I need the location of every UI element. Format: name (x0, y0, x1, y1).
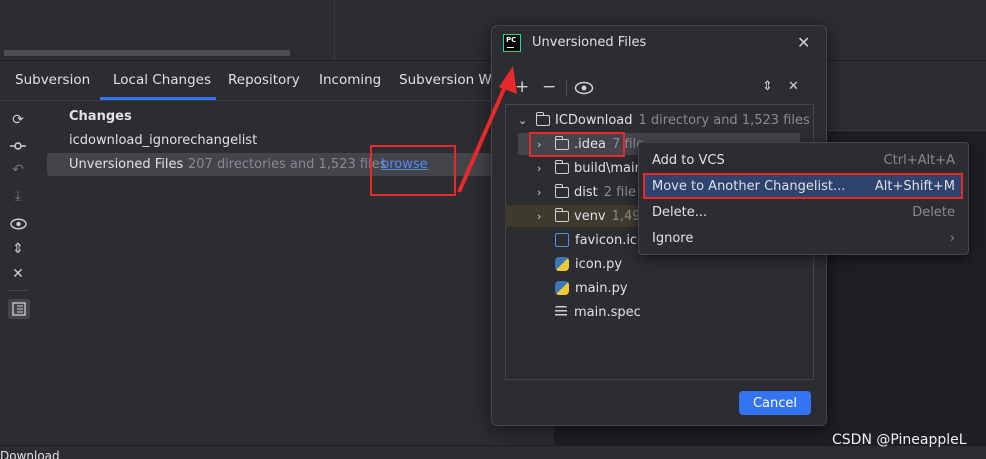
annotation-box-idea (529, 132, 625, 157)
tree-item-label: venv (574, 208, 606, 224)
chevron-right-icon[interactable]: › (537, 186, 547, 199)
tree-item-venv[interactable]: › venv 1,49 (505, 205, 645, 227)
changelist-item[interactable]: icdownload_ignorechangelist (69, 133, 257, 148)
changes-heading[interactable]: Changes (69, 109, 132, 124)
editor-divider (334, 0, 335, 60)
folder-icon (554, 183, 569, 198)
tab-repository[interactable]: Repository (228, 72, 300, 88)
annotation-arrow (457, 66, 517, 193)
menu-item-label: Delete... (652, 204, 708, 220)
annotation-box-move (643, 173, 963, 199)
menu-item-label: Add to VCS (652, 152, 725, 168)
close-icon[interactable]: ✕ (797, 33, 811, 52)
tree-item-label: icon.py (575, 256, 623, 272)
group-by-icon[interactable] (8, 299, 30, 319)
expand-all-icon[interactable]: ⇕ (9, 240, 27, 258)
tree-item-dist[interactable]: › dist 2 file (537, 181, 636, 203)
chevron-right-icon[interactable]: › (537, 210, 547, 223)
unversioned-files-count: 207 directories and 1,523 files (188, 157, 387, 172)
menu-item-shortcut: Ctrl+Alt+A (883, 152, 955, 168)
tree-item-build[interactable]: › build\main (537, 157, 643, 179)
tree-item-label: ICDownload (555, 112, 633, 128)
rollback-icon[interactable]: ↶ (9, 161, 27, 179)
menu-item-delete[interactable]: Delete... Delete (645, 200, 962, 224)
tree-item-meta: 2 file (603, 184, 636, 200)
toolbar-separator (566, 79, 567, 97)
changes-toolbar (0, 102, 38, 322)
toolbar-separator (8, 290, 28, 291)
unversioned-files-label: Unversioned Files (69, 157, 184, 172)
image-file-icon (555, 233, 569, 247)
tree-item-label: main.spec (574, 304, 641, 320)
menu-item-ignore[interactable]: Ignore › (645, 226, 962, 250)
text-file-icon (555, 306, 567, 318)
collapse-all-icon[interactable]: ✕ (9, 265, 27, 283)
expand-all-icon[interactable]: ⇕ (762, 78, 773, 96)
commit-icon[interactable] (9, 137, 27, 155)
tree-item-root[interactable]: ⌄ ICDownload 1 directory and 1,523 files (518, 109, 810, 131)
pycharm-logo: PC (503, 34, 521, 52)
folder-icon (554, 159, 569, 174)
menu-item-label: Ignore (652, 230, 694, 246)
python-file-icon (555, 281, 569, 295)
shelve-icon[interactable]: ⤓ (9, 187, 27, 205)
folder-icon (554, 207, 569, 222)
tree-item-label: favicon.ico (575, 232, 646, 248)
status-bar-text: Download (0, 449, 60, 459)
eye-icon[interactable] (574, 81, 594, 95)
horizontal-scrollbar[interactable] (4, 50, 290, 56)
folder-icon (535, 111, 550, 126)
menu-item-add-to-vcs[interactable]: Add to VCS Ctrl+Alt+A (645, 148, 962, 172)
tree-item-label: main.py (575, 280, 628, 296)
active-tab-indicator (100, 97, 216, 100)
dialog-title: Unversioned Files (532, 35, 647, 50)
python-file-icon (555, 257, 569, 271)
logo-text: PC (506, 36, 517, 44)
tree-item-meta: 1 directory and 1,523 files (638, 112, 810, 128)
tab-subversion[interactable]: Subversion (15, 72, 90, 88)
annotation-box-browse (370, 145, 456, 196)
tab-local-changes[interactable]: Local Changes (113, 72, 211, 88)
remove-icon[interactable]: − (542, 78, 556, 96)
watermark: CSDN @PineappleL (832, 432, 967, 448)
tree-item-meta: 1,49 (611, 208, 641, 224)
menu-item-shortcut: Delete (912, 204, 955, 220)
tree-item-label: dist (574, 184, 598, 200)
submenu-arrow-icon: › (949, 230, 955, 246)
editor-tab-strip (800, 100, 986, 131)
tree-item-file[interactable]: icon.py (555, 253, 622, 275)
chevron-right-icon[interactable]: › (537, 162, 547, 175)
tab-incoming[interactable]: Incoming (319, 72, 381, 88)
tree-item-label: build\main (574, 160, 643, 176)
tree-item-file[interactable]: main.spec (555, 301, 641, 323)
tree-item-file[interactable]: main.py (555, 277, 628, 299)
tree-item-file[interactable]: favicon.ico (555, 229, 645, 251)
eye-icon[interactable] (9, 215, 27, 233)
cancel-button[interactable]: Cancel (739, 391, 811, 415)
refresh-icon[interactable]: ⟳ (9, 111, 27, 129)
collapse-all-icon[interactable]: ✕ (788, 78, 799, 96)
